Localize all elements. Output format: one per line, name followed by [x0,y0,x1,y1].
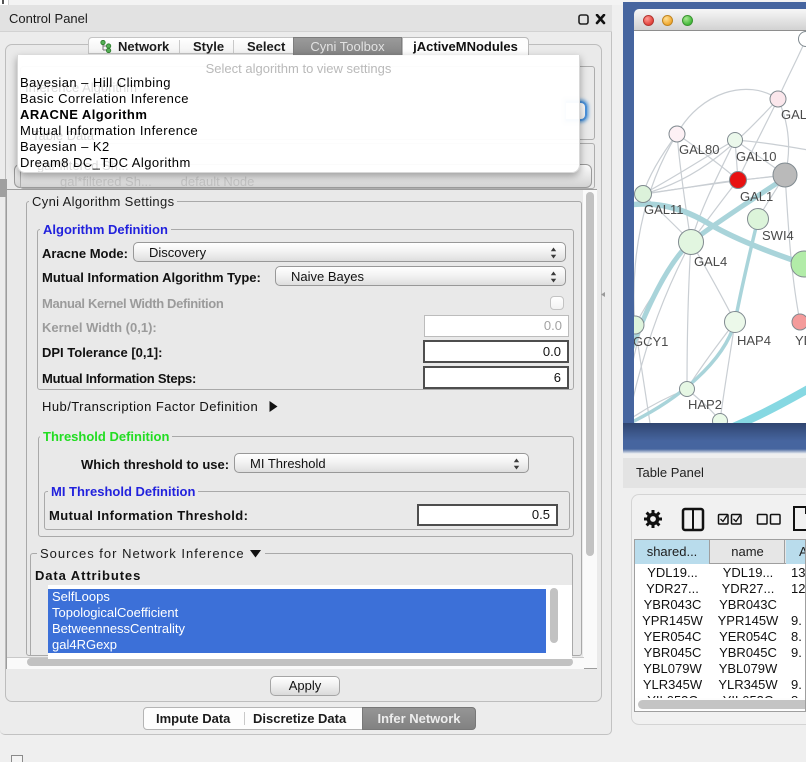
svg-text:YD: YD [795,333,806,348]
svg-text:HAP4: HAP4 [737,333,771,348]
svg-text:HAP2: HAP2 [688,397,722,412]
svg-text:SWI4: SWI4 [762,228,794,243]
svg-text:GAL4: GAL4 [694,254,727,269]
svg-text:GAL10: GAL10 [736,149,776,164]
svg-text:GAL7: GAL7 [781,107,806,122]
svg-text:GAL80: GAL80 [679,142,719,157]
svg-text:GAL11: GAL11 [644,202,684,217]
svg-text:GAL1: GAL1 [740,189,773,204]
svg-text:GCY1: GCY1 [634,334,668,349]
